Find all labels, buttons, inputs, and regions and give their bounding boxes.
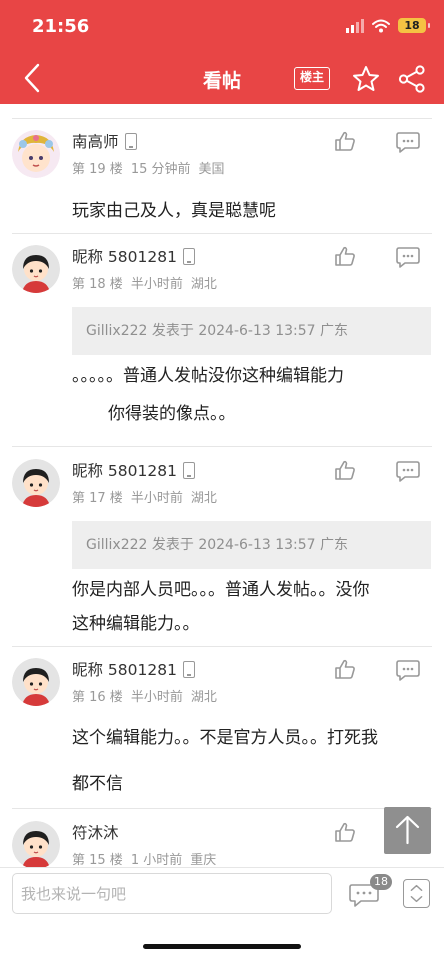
reply-content: 。。。。。普通人发帖没你这种编辑能力 你得装的像点。。 — [72, 366, 432, 424]
reply-text-line: 你是内部人员吧。。。普通人发帖。。没你 — [72, 580, 370, 600]
user-name-line: 符沐沐 — [72, 821, 119, 843]
reply-meta: 第 15 楼 1 小时前 重庆 — [72, 849, 216, 867]
post-location: 重庆 — [190, 853, 217, 867]
divider — [12, 233, 432, 234]
post-location: 湖北 — [190, 690, 217, 705]
avatar[interactable] — [12, 245, 60, 293]
bottom-comment-bar: 18 — [0, 867, 444, 960]
reply-text-line: 都不信 — [72, 774, 123, 794]
reply-bubble-icon[interactable] — [395, 460, 421, 482]
post-time: 15 分钟前 — [130, 162, 191, 177]
user-name-line: 昵称 5801281 — [72, 459, 195, 481]
share-icon[interactable] — [397, 64, 427, 94]
home-indicator — [143, 944, 301, 949]
page-up-down-icon[interactable] — [403, 879, 430, 908]
reply-content: 玩家由己及人，真是聪慧呢 — [72, 196, 432, 221]
comment-count-badge: 18 — [370, 874, 392, 890]
floor-number: 第 19 楼 — [72, 162, 123, 177]
reply-content: 这个编辑能力。。不是官方人员。。打死我 都不信 — [72, 728, 432, 794]
thumbs-up-icon[interactable] — [334, 130, 356, 152]
user-name[interactable]: 昵称 5801281 — [72, 658, 177, 680]
wifi-icon — [372, 19, 390, 32]
floor-number: 第 16 楼 — [72, 690, 123, 705]
only-landlord-button[interactable]: 楼主 — [294, 67, 330, 90]
mobile-device-icon — [182, 660, 195, 678]
quoted-post[interactable]: Gillix222 发表于 2024-6-13 13:57 广东 — [72, 307, 431, 355]
reply-feed[interactable]: 南高师 第 19 楼 15 分钟前 美国 玩家由己及人，真是聪慧呢 昵称 580… — [0, 104, 444, 867]
user-name[interactable]: 昵称 5801281 — [72, 245, 177, 267]
avatar[interactable] — [12, 130, 60, 178]
user-name[interactable]: 昵称 5801281 — [72, 459, 177, 481]
avatar[interactable] — [12, 821, 60, 867]
user-name-line: 昵称 5801281 — [72, 245, 195, 267]
scroll-to-top-button[interactable] — [384, 807, 431, 854]
post-time: 半小时前 — [130, 277, 183, 292]
user-name-line: 昵称 5801281 — [72, 658, 195, 680]
floor-number: 第 17 楼 — [72, 491, 123, 506]
user-name[interactable]: 符沐沐 — [72, 821, 119, 843]
favorite-star-icon[interactable] — [351, 64, 381, 94]
divider — [12, 118, 432, 119]
reply-text-line: 你得装的像点。。 — [108, 404, 236, 424]
mobile-device-icon — [124, 132, 137, 150]
divider — [12, 446, 432, 447]
thumbs-up-icon[interactable] — [334, 245, 356, 267]
post-time: 半小时前 — [130, 491, 183, 506]
reply-content: 你是内部人员吧。。。普通人发帖。。没你 这种编辑能力。。 — [72, 580, 432, 634]
floor-number: 第 18 楼 — [72, 277, 123, 292]
reply-text-line: 。。。。。普通人发帖没你这种编辑能力 — [72, 366, 344, 386]
user-name[interactable]: 南高师 — [72, 130, 119, 152]
top-header: 21:56 18 看帖 楼主 — [0, 0, 444, 104]
status-time: 21:56 — [32, 16, 90, 37]
reply-text-line: 这个编辑能力。。不是官方人员。。打死我 — [72, 728, 378, 748]
reply-bubble-icon[interactable] — [395, 131, 421, 153]
thumbs-up-icon[interactable] — [334, 821, 356, 843]
post-time: 1 小时前 — [130, 853, 183, 867]
quoted-post[interactable]: Gillix222 发表于 2024-6-13 13:57 广东 — [72, 521, 431, 569]
avatar[interactable] — [12, 459, 60, 507]
user-name-line: 南高师 — [72, 130, 137, 152]
post-location: 湖北 — [190, 277, 217, 292]
reply-text-line: 玩家由己及人，真是聪慧呢 — [72, 201, 276, 221]
avatar[interactable] — [12, 658, 60, 706]
reply-text-line: 这种编辑能力。。 — [72, 614, 200, 634]
reply-meta: 第 18 楼 半小时前 湖北 — [72, 273, 217, 292]
reply-meta: 第 19 楼 15 分钟前 美国 — [72, 158, 225, 177]
floor-number: 第 15 楼 — [72, 853, 123, 867]
reply-meta: 第 17 楼 半小时前 湖北 — [72, 487, 217, 506]
reply-bubble-icon[interactable] — [395, 246, 421, 268]
cellular-signal-icon — [346, 18, 364, 33]
battery-icon: 18 — [398, 18, 430, 33]
comment-input[interactable] — [12, 873, 332, 914]
post-location: 美国 — [198, 162, 225, 177]
mobile-device-icon — [182, 461, 195, 479]
reply-meta: 第 16 楼 半小时前 湖北 — [72, 686, 217, 705]
post-location: 湖北 — [190, 491, 217, 506]
mobile-device-icon — [182, 247, 195, 265]
reply-bubble-icon[interactable] — [395, 659, 421, 681]
divider — [12, 646, 432, 647]
post-time: 半小时前 — [130, 690, 183, 705]
thumbs-up-icon[interactable] — [334, 658, 356, 680]
divider — [12, 808, 432, 809]
status-indicators: 18 — [346, 18, 430, 33]
thumbs-up-icon[interactable] — [334, 459, 356, 481]
